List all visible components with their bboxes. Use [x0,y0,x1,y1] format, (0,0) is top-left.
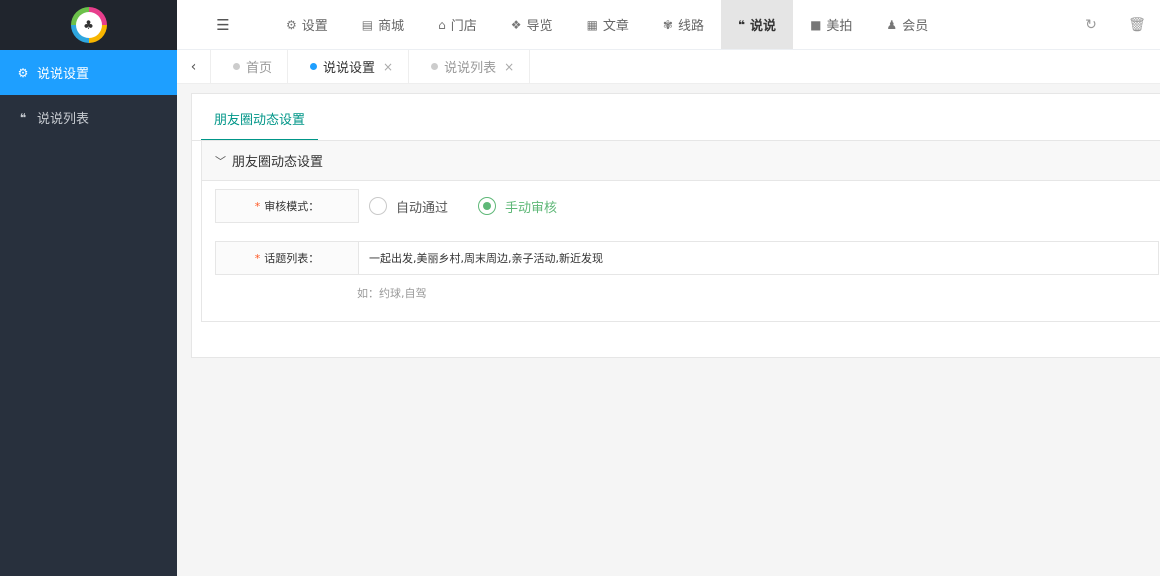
tab-label: 首页 [246,61,273,76]
top-nav-label: 商城 [378,19,405,34]
sidebar-item-shuoshuo-list[interactable]: ❝ 说说列表 [0,95,177,140]
sidebar-item-label: 说说列表 [37,112,90,127]
top-nav-label: 设置 [301,19,328,34]
wechat-icon: ❝ [19,110,27,125]
section-title: 朋友圈动态设置 [232,155,324,170]
tab-dot [233,63,240,70]
top-nav-settings[interactable]: ⚙ 设置 [269,0,345,49]
page-tabs: ‹ 首页 说说设置 × 说说列表 × [177,50,1160,84]
sidebar-item-label: 说说设置 [37,67,90,82]
top-nav-shuoshuo[interactable]: ❝ 说说 [721,0,794,49]
tab-label: 说说设置 [323,61,376,76]
collapse-header[interactable]: ﹀ 朋友圈动态设置 [202,141,1160,181]
sidebar-item-shuoshuo-settings[interactable]: ⚙ 说说设置 [0,50,177,95]
settings-panel: 朋友圈动态设置 ﹀ 朋友圈动态设置 * 审核模式： 自动通过 手动审核 * 话题… [191,93,1160,358]
review-mode-radios: 自动通过 手动审核 [359,189,587,223]
newspaper-icon: ▦ [586,17,598,32]
radio-checked-icon [478,197,497,215]
radio-auto-pass[interactable]: 自动通过 [369,197,448,216]
radio-circle-icon [369,197,387,215]
tab-shuoshuo-list[interactable]: 说说列表 × [409,50,531,83]
top-nav-label: 说说 [750,19,777,34]
top-nav-store[interactable]: ⌂ 门店 [421,0,494,49]
top-nav-label: 会员 [902,19,929,34]
user-icon: ♟ [886,17,898,32]
tab-dot [431,63,439,70]
wheat-icon: ✾ [662,17,673,32]
chevron-left-icon[interactable]: ‹ [177,50,211,83]
chevron-down-icon: ﹀ [215,154,226,168]
required-mark: * [254,251,261,265]
radio-manual-review[interactable]: 手动审核 [478,197,557,216]
tab-label: 说说列表 [444,61,497,76]
review-mode-label-text: 审核模式： [264,200,320,213]
panel-tabs: 朋友圈动态设置 [192,94,1160,141]
refresh-icon[interactable]: ↻ [1068,17,1114,33]
top-nav-label: 美拍 [826,19,853,34]
top-right-tools: ↻ 🗑 [1068,0,1160,50]
top-nav-route[interactable]: ✾ 线路 [646,0,721,49]
tab-moments-settings[interactable]: 朋友圈动态设置 [201,109,319,141]
topics-row: * 话题列表： [215,241,1159,275]
video-camera-icon: ■ [810,17,822,32]
close-icon[interactable]: × [504,60,514,74]
tab-home[interactable]: 首页 [211,50,289,83]
top-nav-meipai[interactable]: ■ 美拍 [793,0,869,49]
bank-icon: ⌂ [438,17,446,32]
topics-input[interactable] [359,241,1159,275]
logo-icon: ♣ [75,12,102,38]
top-nav-mall[interactable]: ▤ 商城 [345,0,421,49]
top-nav: ⚙ 设置 ▤ 商城 ⌂ 门店 ❖ 导览 ▦ 文章 ✾ 线路 ❝ 说说 ■ 美拍 [269,0,945,49]
trash-icon[interactable]: 🗑 [1114,17,1160,33]
menu-toggle-icon[interactable]: ☰ [177,0,269,49]
topics-hint: 如：约球,自驾 [357,287,427,300]
topics-label-text: 话题列表： [264,252,320,265]
tab-dot [310,63,318,70]
radio-label: 手动审核 [505,200,558,216]
logo-area: ♣ [0,0,177,50]
top-nav-label: 文章 [602,19,629,34]
required-mark: * [254,199,261,213]
top-nav-member[interactable]: ♟ 会员 [869,0,945,49]
tab-shuoshuo-settings[interactable]: 说说设置 × [288,50,410,83]
top-navbar: ☰ ⚙ 设置 ▤ 商城 ⌂ 门店 ❖ 导览 ▦ 文章 ✾ 线路 ❝ 说说 ■ 美… [177,0,1160,50]
review-mode-label: * 审核模式： [215,189,359,223]
gears-icon: ⚙ [286,17,297,32]
close-icon[interactable]: × [383,60,393,74]
top-nav-article[interactable]: ▦ 文章 [570,0,646,49]
sidebar: ♣ ⚙ 说说设置 ❝ 说说列表 [0,0,177,576]
wechat-icon: ❝ [738,17,746,32]
top-nav-label: 导览 [526,19,553,34]
bag-icon: ▤ [361,17,374,32]
cubes-icon: ❖ [510,17,522,32]
collapse-section: ﹀ 朋友圈动态设置 * 审核模式： 自动通过 手动审核 * 话题列表： 一起出发… [201,140,1160,322]
logo-badge[interactable]: ♣ [70,7,107,43]
gears-icon: ⚙ [17,65,29,80]
radio-label: 自动通过 [396,200,449,216]
topics-label: * 话题列表： [215,241,359,275]
top-nav-label: 门店 [450,19,477,34]
top-nav-label: 线路 [677,19,704,34]
top-nav-guide[interactable]: ❖ 导览 [494,0,570,49]
review-mode-row: * 审核模式： 自动通过 手动审核 [215,189,587,223]
